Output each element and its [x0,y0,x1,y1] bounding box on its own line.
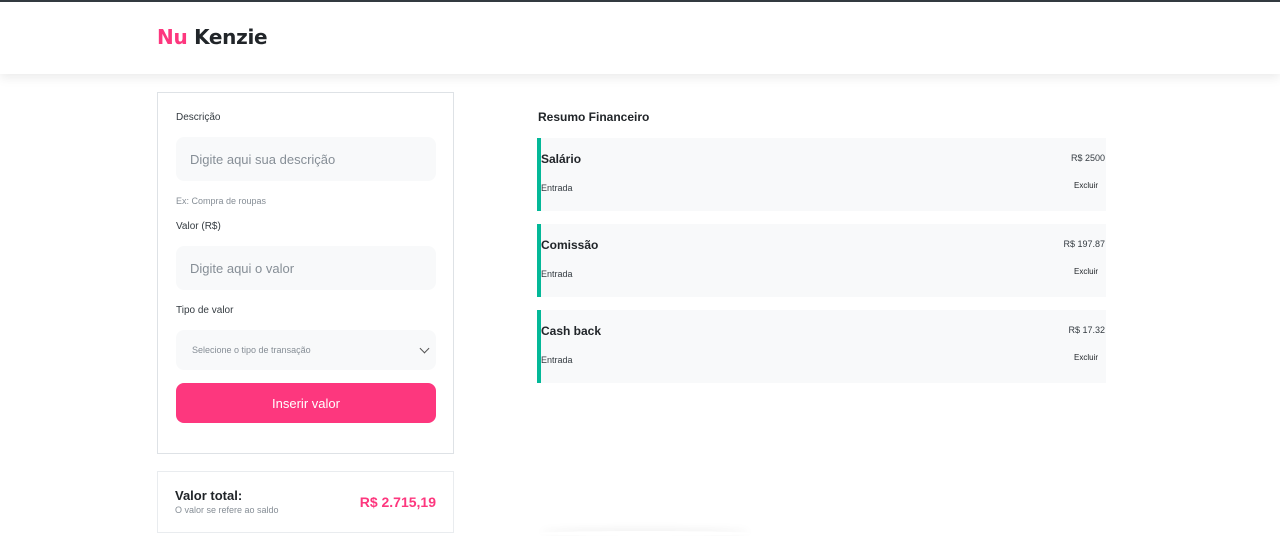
total-title: Valor total: [175,488,243,503]
transaction-value: R$ 2500 [1070,153,1105,163]
description-placeholder: Digite aqui sua descrição [190,151,336,167]
description-input[interactable]: Digite aqui sua descrição [176,137,436,181]
type-select[interactable]: Selecione o tipo de transação [176,330,436,370]
logo-nu: Nu [157,25,188,49]
insert-value-button[interactable]: Inserir valor [176,383,436,423]
type-selected-value: Selecione o tipo de transação [192,345,311,355]
total-subtitle: O valor se refere ao saldo [175,505,279,515]
transaction-value: R$ 17.32 [1068,325,1105,335]
type-label: Tipo de valor [176,305,234,316]
total-card: Valor total: O valor se refere ao saldo … [157,471,454,533]
summary-title: Resumo Financeiro [538,110,650,124]
transaction-card: Salário Entrada R$ 2500 Excluir [537,138,1106,211]
transaction-name: Comissão [541,238,599,252]
transaction-card: Comissão Entrada R$ 197.87 Excluir [537,224,1106,297]
delete-button[interactable]: Excluir [1074,181,1098,190]
transaction-name: Salário [541,152,582,166]
value-placeholder: Digite aqui o valor [190,260,295,276]
app-header: Nu Kenzie [0,2,1280,74]
total-value: R$ 2.715,19 [359,494,436,510]
value-input[interactable]: Digite aqui o valor [176,246,436,290]
transaction-type: Entrada [541,269,573,279]
delete-button[interactable]: Excluir [1074,353,1098,362]
description-label: Descrição [176,112,221,123]
chevron-down-icon [419,343,430,354]
logo: Nu Kenzie [157,25,268,49]
transaction-form: Descrição Digite aqui sua descrição Ex: … [157,92,454,454]
transaction-type: Entrada [541,183,573,193]
description-hint: Ex: Compra de roupas [176,196,267,206]
value-label: Valor (R$) [176,221,221,232]
transaction-type: Entrada [541,355,573,365]
scroll-shadow [540,531,750,536]
transaction-name: Cash back [541,324,602,338]
delete-button[interactable]: Excluir [1074,267,1098,276]
transaction-value: R$ 197.87 [1063,239,1105,249]
transaction-card: Cash back Entrada R$ 17.32 Excluir [537,310,1106,383]
logo-kenzie: Kenzie [194,25,268,49]
